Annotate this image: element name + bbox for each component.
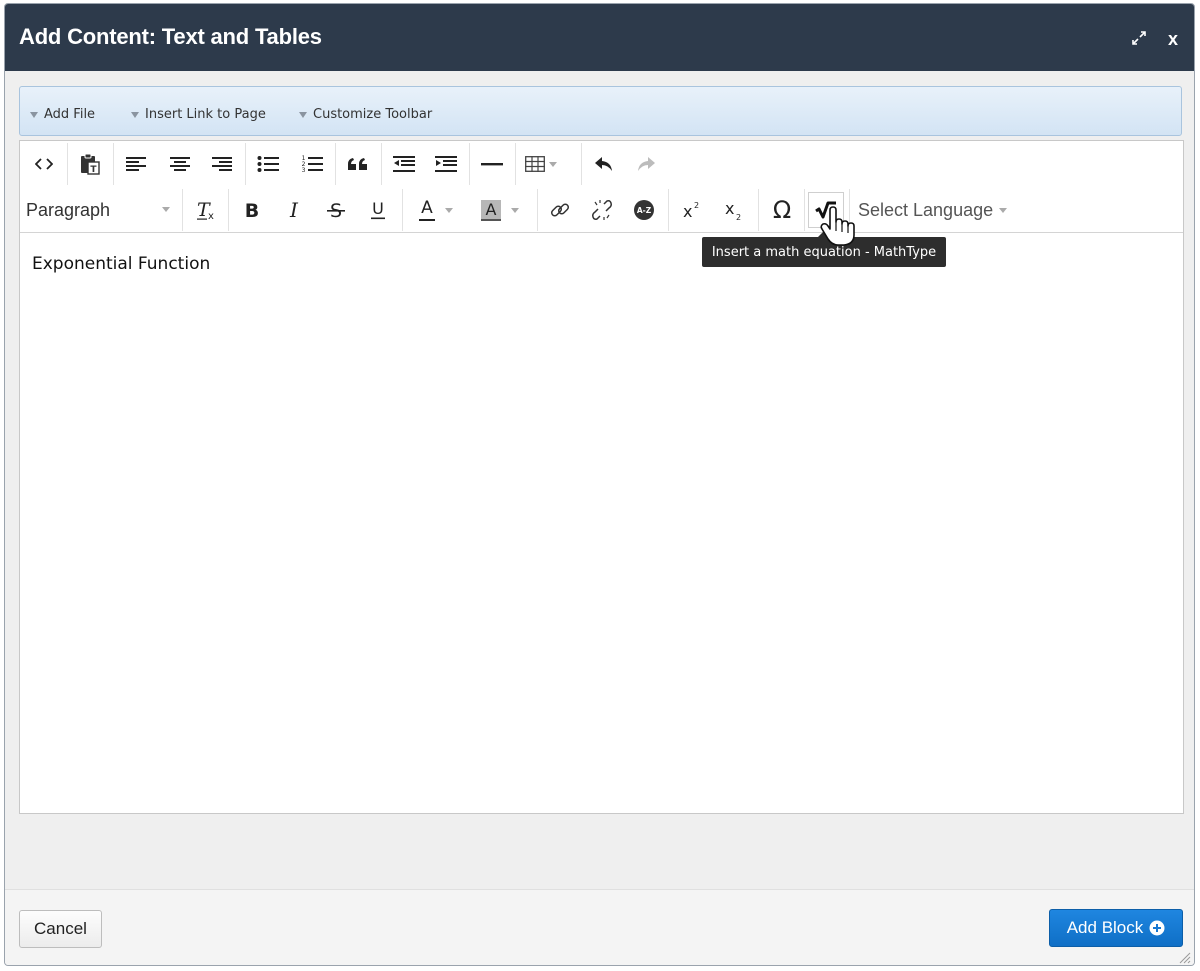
horizontal-rule-icon[interactable]: [470, 141, 514, 187]
cancel-label: Cancel: [34, 919, 87, 938]
table-icon[interactable]: [516, 141, 566, 187]
mathtype-icon[interactable]: [806, 187, 846, 233]
customize-toolbar-label: Customize Toolbar: [313, 107, 433, 122]
svg-text:T: T: [90, 165, 97, 175]
subscript-icon[interactable]: x2: [712, 187, 756, 233]
svg-text:3: 3: [302, 167, 306, 174]
align-center-icon[interactable]: [158, 141, 202, 187]
svg-text:A-Z: A-Z: [637, 206, 652, 215]
chevron-down-icon: [999, 207, 1008, 213]
italic-icon[interactable]: I: [272, 187, 316, 233]
select-language-label: Select Language: [858, 199, 994, 220]
blockquote-icon[interactable]: [336, 141, 380, 187]
editor-content-area[interactable]: Exponential Function: [20, 234, 1183, 814]
align-right-icon[interactable]: [200, 141, 244, 187]
add-file-menu[interactable]: Add File: [30, 107, 95, 122]
insert-link-to-page-menu[interactable]: Insert Link to Page: [131, 107, 266, 122]
svg-text:B: B: [245, 201, 259, 219]
add-file-label: Add File: [44, 107, 96, 122]
bg-color-letter: A: [485, 199, 497, 219]
paragraph-format-value: Paragraph: [26, 199, 111, 220]
outdent-icon[interactable]: [382, 141, 426, 187]
cancel-button[interactable]: Cancel: [19, 910, 102, 948]
text-color-icon[interactable]: A: [406, 187, 466, 233]
strikethrough-icon[interactable]: S: [314, 187, 358, 233]
svg-text:x: x: [725, 199, 734, 218]
svg-text:I: I: [289, 201, 299, 219]
chevron-down-icon: [549, 161, 557, 167]
text-color-letter: A: [421, 197, 433, 218]
editor-paragraph: Exponential Function: [32, 254, 211, 274]
underline-icon[interactable]: U: [356, 187, 400, 233]
editor-action-bar: Add File Insert Link to Page Customize T…: [19, 86, 1182, 136]
dialog-titlebar: Add Content: Text and Tables x: [5, 4, 1194, 71]
svg-text:U: U: [372, 200, 384, 218]
rich-text-editor: T 123 Paragraph T x B I U A A A-Z x 2 x …: [19, 140, 1184, 814]
superscript-icon[interactable]: x2: [670, 187, 714, 233]
code-view-icon[interactable]: [22, 141, 66, 187]
link-icon[interactable]: [538, 187, 582, 233]
select-language-dropdown[interactable]: Select Language: [858, 187, 1008, 233]
indent-icon[interactable]: [424, 141, 468, 187]
clear-formatting-icon[interactable]: Tx: [184, 187, 228, 233]
paragraph-format-select[interactable]: Paragraph: [26, 187, 176, 233]
omega-glyph: Ω: [772, 196, 792, 224]
spellcheck-icon[interactable]: A-Z: [622, 187, 666, 233]
bullet-list-icon[interactable]: [246, 141, 290, 187]
unlink-icon[interactable]: [580, 187, 624, 233]
chevron-down-icon: [162, 207, 170, 212]
undo-icon[interactable]: [582, 141, 626, 187]
resize-grip-icon[interactable]: [1179, 952, 1191, 964]
chevron-down-icon: [445, 207, 453, 213]
svg-text:x: x: [683, 202, 692, 220]
dialog-title: Add Content: Text and Tables: [19, 24, 322, 49]
insert-link-label: Insert Link to Page: [145, 107, 266, 122]
caret-down-icon: [299, 111, 307, 118]
special-character-icon[interactable]: Ω: [760, 187, 804, 233]
background-color-icon[interactable]: A: [470, 187, 530, 233]
expand-icon[interactable]: [1127, 26, 1151, 50]
bold-icon[interactable]: B: [230, 187, 274, 233]
add-block-label: Add Block: [1066, 918, 1144, 937]
close-button[interactable]: x: [1163, 27, 1183, 51]
plus-circle-icon: [1149, 920, 1165, 936]
numbered-list-icon[interactable]: 123: [290, 141, 334, 187]
customize-toolbar-menu[interactable]: Customize Toolbar: [299, 107, 432, 122]
align-left-icon[interactable]: [114, 141, 158, 187]
dialog-footer: Cancel Add Block: [5, 889, 1194, 965]
caret-down-icon: [30, 111, 38, 118]
svg-text:2: 2: [694, 201, 699, 210]
svg-text:x: x: [208, 211, 214, 220]
svg-text:2: 2: [736, 213, 741, 221]
paste-text-icon[interactable]: T: [68, 141, 112, 187]
chevron-down-icon: [511, 207, 519, 213]
add-block-button[interactable]: Add Block: [1049, 909, 1183, 947]
toolbar-row-1: T 123: [20, 141, 1183, 187]
add-content-dialog: Add Content: Text and Tables x Add File …: [4, 3, 1195, 966]
redo-icon[interactable]: [624, 141, 668, 187]
toolbar-row-2: Paragraph Tx B I S U A: [20, 187, 1183, 233]
caret-down-icon: [131, 111, 139, 118]
